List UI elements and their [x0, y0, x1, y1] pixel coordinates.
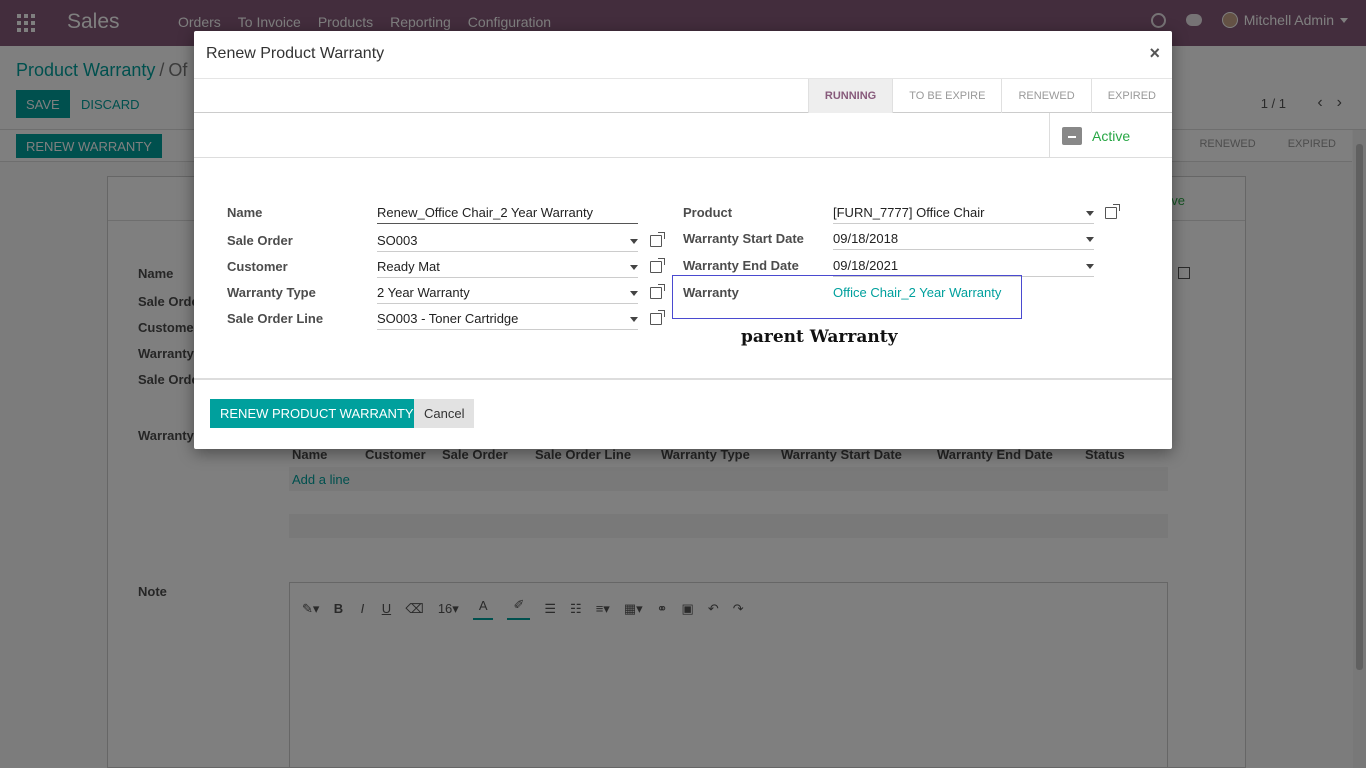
status-bar: RUNNING TO BE EXPIRE RENEWED EXPIRED — [194, 79, 1172, 113]
chevron-down-icon[interactable] — [1086, 237, 1094, 242]
warranty-type-label: Warranty Type — [227, 285, 316, 300]
customer-label: Customer — [227, 259, 288, 274]
active-toggle-button[interactable]: Active — [1049, 113, 1172, 158]
state-running[interactable]: RUNNING — [807, 79, 893, 113]
annotation-highlight-box — [672, 275, 1022, 319]
customer-value: Ready Mat — [377, 259, 440, 274]
chevron-down-icon[interactable] — [630, 239, 638, 244]
chevron-down-icon[interactable] — [1086, 264, 1094, 269]
warranty-end-date-value: 09/18/2021 — [833, 258, 899, 273]
warranty-start-date-label: Warranty Start Date — [683, 231, 804, 246]
sale-order-field[interactable]: SO003 — [377, 231, 638, 252]
external-link-icon[interactable] — [650, 232, 665, 247]
warranty-start-date-field[interactable]: 09/18/2018 — [833, 229, 1094, 250]
product-label: Product — [683, 205, 733, 220]
warranty-type-value: 2 Year Warranty — [377, 285, 470, 300]
modal-title: Renew Product Warranty — [206, 45, 385, 62]
active-label: Active — [1092, 127, 1131, 144]
sale-order-label: Sale Order — [227, 233, 293, 248]
chevron-down-icon[interactable] — [1086, 211, 1094, 216]
customer-field[interactable]: Ready Mat — [377, 257, 638, 278]
state-pipeline: RUNNING TO BE EXPIRE RENEWED EXPIRED — [807, 79, 1172, 113]
modal-header: Renew Product Warranty × — [194, 31, 1172, 79]
chevron-down-icon[interactable] — [630, 265, 638, 270]
sale-order-line-value: SO003 - Toner Cartridge — [377, 311, 519, 326]
name-input[interactable]: Renew_Office Chair_2 Year Warranty — [377, 203, 638, 224]
external-link-icon[interactable] — [650, 310, 665, 325]
warranty-end-date-label: Warranty End Date — [683, 258, 799, 273]
renew-product-warranty-button[interactable]: RENEW PRODUCT WARRANTY — [210, 399, 424, 428]
sale-order-line-field[interactable]: SO003 - Toner Cartridge — [377, 309, 638, 330]
warranty-type-field[interactable]: 2 Year Warranty — [377, 283, 638, 304]
external-link-icon[interactable] — [650, 284, 665, 299]
state-renewed[interactable]: RENEWED — [1001, 79, 1090, 113]
sale-order-line-label: Sale Order Line — [227, 311, 324, 326]
cancel-button[interactable]: Cancel — [414, 399, 475, 428]
product-field[interactable]: [FURN_7777] Office Chair — [833, 203, 1094, 224]
warranty-start-date-value: 09/18/2018 — [833, 231, 899, 246]
state-expired[interactable]: EXPIRED — [1090, 79, 1172, 113]
sale-order-value: SO003 — [377, 233, 418, 248]
annotation-label: parent Warranty — [741, 327, 898, 347]
close-icon[interactable]: × — [1149, 43, 1160, 64]
name-label: Name — [227, 205, 263, 220]
state-to-be-expire[interactable]: TO BE EXPIRE — [892, 79, 1001, 113]
chevron-down-icon[interactable] — [630, 291, 638, 296]
product-value: [FURN_7777] Office Chair — [833, 205, 985, 220]
modal-footer: RENEW PRODUCT WARRANTY Cancel — [194, 378, 1172, 449]
warranty-end-date-field[interactable]: 09/18/2021 — [833, 256, 1094, 277]
button-box: Active — [194, 113, 1172, 158]
renew-warranty-dialog: Renew Product Warranty × RUNNING TO BE E… — [194, 31, 1172, 449]
chevron-down-icon[interactable] — [630, 317, 638, 322]
external-link-icon[interactable] — [650, 258, 665, 273]
external-link-icon[interactable] — [1105, 204, 1120, 219]
archive-icon — [1062, 126, 1082, 145]
